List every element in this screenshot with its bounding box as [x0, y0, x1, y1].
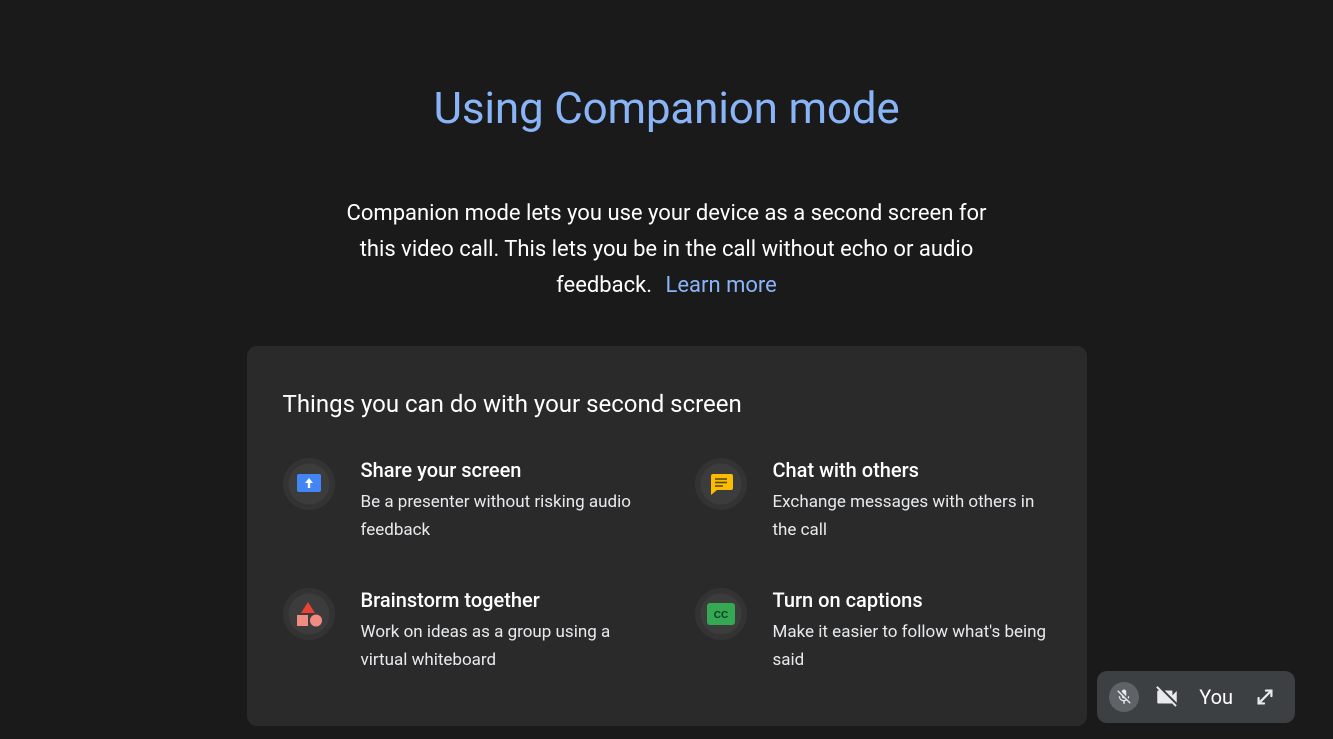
mic-off-icon — [1109, 682, 1139, 712]
feature-captions: CC Turn on captions Make it easier to fo… — [695, 588, 1051, 674]
features-card-title: Things you can do with your second scree… — [283, 390, 1051, 418]
feature-desc: Be a presenter without risking audio fee… — [361, 488, 639, 544]
self-view-label: You — [1199, 685, 1233, 709]
feature-title: Brainstorm together — [361, 588, 639, 612]
feature-title: Share your screen — [361, 458, 639, 482]
page-title: Using Companion mode — [434, 82, 900, 134]
features-grid: Share your screen Be a presenter without… — [283, 458, 1051, 674]
captions-icon: CC — [695, 588, 747, 640]
companion-mode-intro: Using Companion mode Companion mode lets… — [0, 0, 1333, 726]
share-screen-icon — [283, 458, 335, 510]
svg-text:CC: CC — [713, 610, 727, 621]
camera-off-icon — [1153, 683, 1181, 711]
chat-icon — [695, 458, 747, 510]
feature-chat: Chat with others Exchange messages with … — [695, 458, 1051, 544]
shapes-icon — [283, 588, 335, 640]
feature-title: Chat with others — [773, 458, 1051, 482]
expand-icon[interactable] — [1251, 683, 1279, 711]
feature-desc: Exchange messages with others in the cal… — [773, 488, 1051, 544]
self-view-tile[interactable]: You — [1097, 671, 1295, 723]
feature-share-screen: Share your screen Be a presenter without… — [283, 458, 639, 544]
page-subtitle-wrap: Companion mode lets you use your device … — [347, 196, 987, 304]
feature-desc: Work on ideas as a group using a virtual… — [361, 618, 639, 674]
feature-title: Turn on captions — [773, 588, 1051, 612]
features-card: Things you can do with your second scree… — [247, 346, 1087, 726]
feature-desc: Make it easier to follow what's being sa… — [773, 618, 1051, 674]
feature-brainstorm: Brainstorm together Work on ideas as a g… — [283, 588, 639, 674]
learn-more-link[interactable]: Learn more — [666, 273, 777, 298]
